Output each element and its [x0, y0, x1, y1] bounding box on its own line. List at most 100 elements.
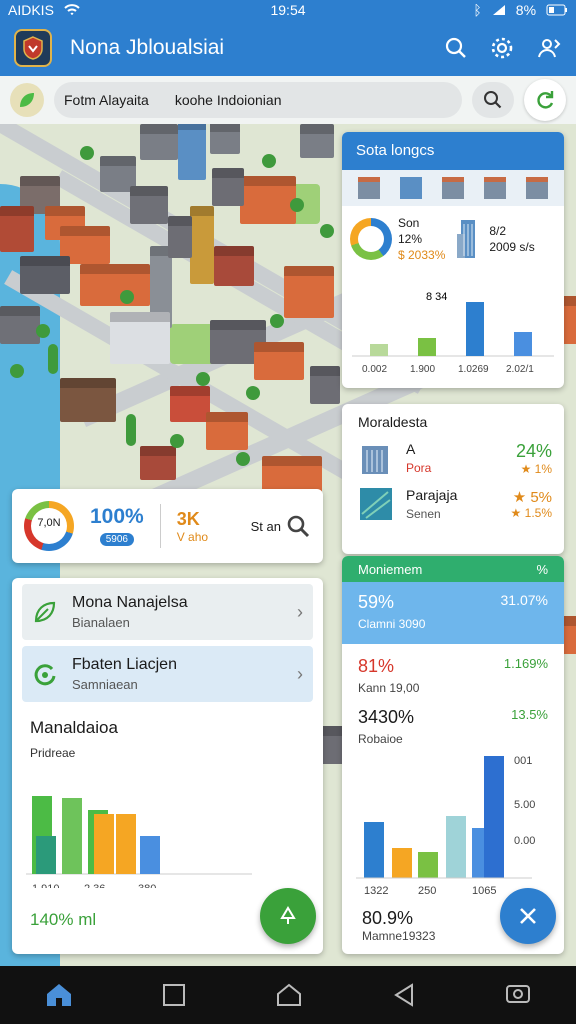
metric-row[interactable]: 3430% Robaioe 13.5% [342, 695, 564, 746]
tower-thumb-icon [400, 177, 422, 199]
building [254, 350, 304, 380]
tower [178, 128, 206, 180]
bar [446, 816, 466, 878]
row1-subpct: ★ 1% [520, 461, 552, 476]
highlight-subtitle: Clamni 3090 [358, 617, 426, 631]
y-tick-label: 5.00 [514, 799, 535, 811]
leaf-avatar-icon[interactable] [10, 83, 44, 117]
tree [246, 386, 260, 400]
skyscraper-icon [455, 218, 483, 260]
tree [320, 224, 334, 238]
bar [62, 798, 82, 874]
metric1-pct: 81% [358, 656, 395, 676]
footer-text: 140% ml [30, 910, 97, 929]
monument [190, 214, 214, 284]
back-icon[interactable] [392, 982, 416, 1008]
building [284, 274, 334, 318]
magnifier-icon [285, 513, 311, 539]
building [130, 194, 168, 224]
left-footer-value: 140% ml [30, 910, 96, 930]
footer-subtitle: Mamne19323 [362, 929, 436, 943]
list-item-subtitle: Samniaean [72, 677, 138, 692]
square-icon[interactable] [162, 983, 186, 1007]
metric-row[interactable]: 81% Kann 19,00 1.169% [342, 644, 564, 695]
building-thumb-icon [358, 177, 380, 199]
building [214, 254, 254, 286]
tree [170, 434, 184, 448]
thumbnail-strip [342, 170, 564, 206]
highlight-pct: 59% [358, 592, 395, 612]
bar [484, 756, 504, 878]
metric2-subtitle: Robaioe [358, 732, 403, 746]
gear-icon[interactable] [490, 36, 514, 60]
detail-row[interactable]: Parajaja Senen ★ 5% ★ 1.5% [342, 476, 564, 522]
list-item-title: Fbaten Liacjen [72, 656, 177, 673]
user-settings-icon[interactable] [536, 36, 562, 60]
highlight-row[interactable]: 59% Clamni 3090 31.07% [342, 582, 564, 644]
x-tick-label: 1.0269 [458, 364, 489, 375]
metric1-value: 1.169% [503, 656, 548, 671]
bar [392, 848, 412, 878]
tree [126, 414, 136, 446]
search-shortcut[interactable]: St an [251, 513, 311, 539]
close-fab[interactable] [500, 888, 556, 944]
building [0, 314, 40, 344]
building [20, 264, 70, 294]
building [140, 132, 178, 160]
leaf-icon [32, 599, 58, 625]
close-icon [518, 906, 538, 926]
building [206, 420, 248, 450]
stat2-label: 8/2 [489, 224, 507, 238]
building [140, 454, 176, 480]
monitoring-title: Moniemem [358, 561, 423, 577]
footer-pct: 80.9% [362, 908, 414, 928]
tree [290, 198, 304, 212]
y-tick-label: 0.00 [514, 835, 535, 847]
tree [36, 324, 50, 338]
percent-value: 100% [90, 505, 144, 528]
bar [466, 302, 484, 356]
refresh-icon [537, 91, 554, 109]
list-item[interactable]: Mona Nanajelsa Bianalaen › [22, 584, 313, 640]
building-thumb-icon [526, 177, 548, 199]
chevron-right-icon: › [297, 663, 303, 684]
search-field-a: Fotm Alayaita [64, 92, 149, 108]
x-tick-label: 1065 [472, 885, 496, 896]
clock: 19:54 [270, 2, 306, 18]
search-button[interactable] [472, 82, 514, 118]
building [60, 386, 116, 422]
x-tick-label: 250 [418, 885, 436, 896]
screenshot-icon[interactable] [505, 982, 531, 1008]
detail-row[interactable]: A Pora 24% ★ 1% [342, 430, 564, 476]
tree [10, 364, 24, 378]
search-shortcut-label: St an [250, 518, 281, 534]
donut-gauge-icon: 7,0N [24, 501, 74, 551]
add-location-fab[interactable] [260, 888, 316, 944]
row2-subpct: ★ 1.5% [510, 506, 552, 520]
details-card[interactable]: Moraldesta A Pora 24% ★ 1% Parajaja Senen ★… [342, 404, 564, 554]
stat1-value: $ 2033% [398, 248, 446, 262]
x-tick-label: 2.36 [84, 883, 105, 888]
stats-card-top[interactable]: Sota longcs Son 12% $ 2033% 8/2 2009 s/s… [342, 132, 564, 388]
refresh-button[interactable] [524, 79, 566, 121]
search-icon[interactable] [444, 36, 468, 60]
building [210, 130, 240, 154]
office-building-icon [358, 440, 394, 476]
right-bar-chart: 001 5.00 0.00 1322 250 1065 [356, 755, 535, 896]
home-icon[interactable] [45, 982, 73, 1008]
monitoring-footer: 80.9% Mamne19323 [362, 908, 435, 943]
list-item[interactable]: Fbaten Liacjen Samniaean › [22, 646, 313, 702]
building [80, 272, 150, 306]
search-input[interactable]: Fotm Alayaita koohe Indoionian [54, 82, 462, 118]
search-icon [484, 91, 502, 109]
chevron-right-icon: › [297, 601, 303, 622]
home-outline-icon[interactable] [276, 982, 302, 1008]
wifi-icon [64, 4, 80, 16]
bar-top-label: 8 34 [426, 291, 447, 303]
details-title: Moraldesta [358, 414, 428, 430]
management-card: Mona Nanajelsa Bianalaen › Fbaten Liacjen… [12, 578, 323, 954]
tree [270, 314, 284, 328]
summary-widget[interactable]: 7,0N 100% 5906 3K V aho St an [12, 489, 323, 563]
bar [36, 836, 56, 874]
building [170, 394, 210, 422]
